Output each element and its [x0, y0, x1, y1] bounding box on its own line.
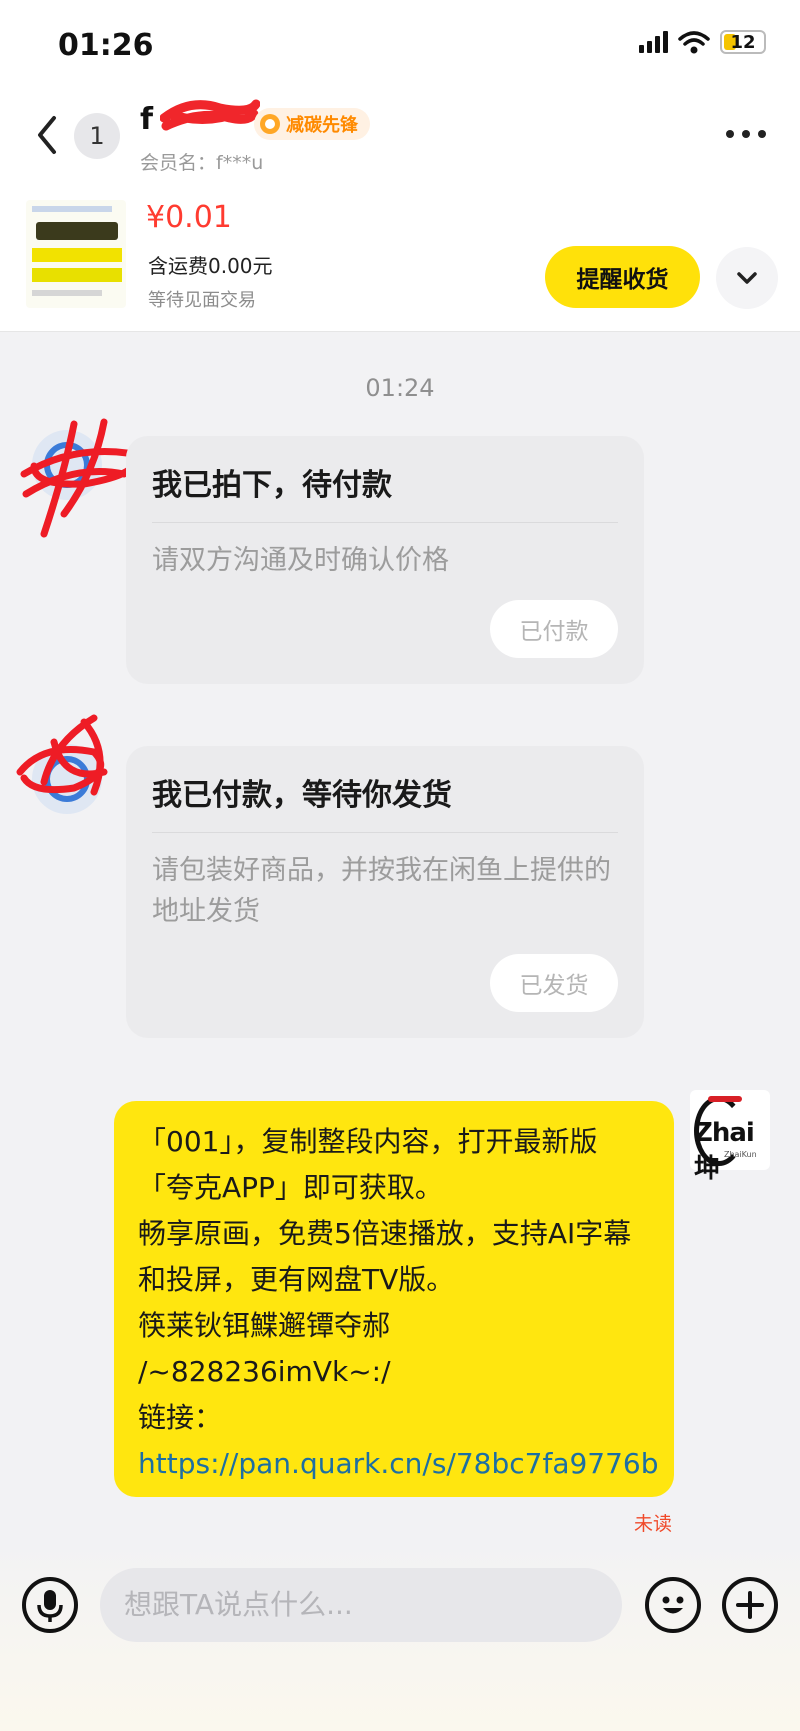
- card-divider: [152, 832, 618, 833]
- card-description: 请包装好商品，并按我在闲鱼上提供的地址发货: [152, 855, 611, 927]
- avatar-redaction-scribble: [16, 714, 108, 796]
- top-panel: 01:26 12 1 f 减碳先锋 会员名：f***u ¥0.01 含运费0.0…: [0, 0, 800, 332]
- item-price: ¥0.01: [146, 200, 232, 235]
- expand-button[interactable]: [716, 247, 778, 309]
- wifi-icon: [678, 31, 710, 54]
- status-time: 01:26: [58, 28, 154, 63]
- message-text: 「001」，复制整段内容，打开最新版「夸克APP」即可获取。 畅享原画，免费5倍…: [138, 1125, 632, 1388]
- battery-icon: 12: [720, 30, 766, 54]
- battery-level: 12: [730, 31, 756, 53]
- status-icons: 12: [639, 30, 766, 54]
- my-avatar[interactable]: Zhai坤 ZhaiKun: [690, 1090, 770, 1184]
- card-description: 请双方沟通及时确认价格: [152, 545, 449, 576]
- member-name: 会员名：f***u: [140, 152, 264, 174]
- order-card-paid: 我已付款，等待你发货 请包装好商品，并按我在闲鱼上提供的地址发货 已发货: [126, 746, 644, 1038]
- chat-time-separator: 01:24: [365, 374, 435, 402]
- carbon-badge-label: 减碳先锋: [286, 115, 358, 136]
- card-title: 我已拍下，待付款: [152, 468, 392, 503]
- card-divider: [152, 522, 618, 523]
- redaction-scribble: [160, 99, 260, 131]
- more-actions-button[interactable]: [722, 1577, 778, 1633]
- shipped-button[interactable]: 已发货: [490, 954, 618, 1012]
- chat-screen: 01:26 12 1 f 减碳先锋 会员名：f***u ¥0.01 含运费0.0…: [0, 0, 800, 1731]
- trade-status: 等待见面交易: [148, 290, 256, 311]
- item-shipping: 含运费0.00元: [148, 254, 273, 278]
- remind-receipt-button[interactable]: 提醒收货: [545, 246, 700, 308]
- emoji-icon: [662, 1596, 684, 1614]
- contact-nickname: f: [140, 102, 154, 137]
- cellular-signal-icon: [639, 31, 668, 53]
- share-link[interactable]: https://pan.quark.cn/s/78bc7fa9776b: [138, 1447, 659, 1480]
- back-arrow-icon[interactable]: [30, 112, 64, 158]
- paid-button[interactable]: 已付款: [490, 600, 618, 658]
- chevron-down-icon: [737, 272, 757, 284]
- my-message-bubble[interactable]: 「001」，复制整段内容，打开最新版「夸克APP」即可获取。 畅享原画，免费5倍…: [114, 1101, 674, 1497]
- unread-count-badge[interactable]: 1: [74, 113, 120, 159]
- my-avatar-logo-subtext: ZhaiKun: [724, 1150, 757, 1159]
- microphone-icon: [37, 1590, 63, 1622]
- read-status: 未读: [634, 1513, 673, 1535]
- item-thumbnail[interactable]: [26, 200, 126, 308]
- voice-button[interactable]: [22, 1577, 78, 1633]
- card-title: 我已付款，等待你发货: [152, 778, 452, 813]
- order-card-placed: 我已拍下，待付款 请双方沟通及时确认价格 已付款: [126, 436, 644, 684]
- leaf-badge-icon: [260, 114, 280, 134]
- message-input[interactable]: 想跟TA说点什么...: [100, 1568, 622, 1642]
- plus-icon: [736, 1591, 764, 1619]
- carbon-badge: 减碳先锋: [254, 108, 370, 140]
- more-options-icon[interactable]: [726, 130, 766, 138]
- emoji-button[interactable]: [645, 1577, 701, 1633]
- link-label: 链接：: [138, 1401, 223, 1434]
